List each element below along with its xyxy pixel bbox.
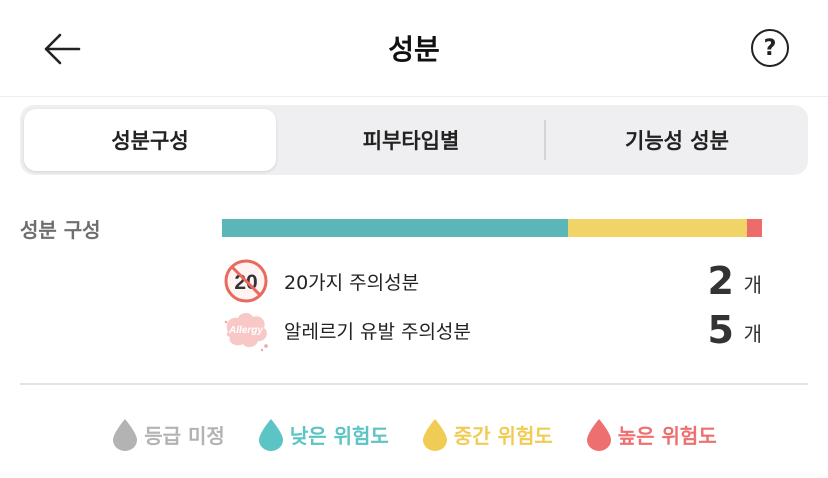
tab-bar: 성분구성 피부타입별 기능성 성분 <box>20 105 808 175</box>
allergy-icon: Allergy <box>224 312 268 352</box>
bar-segment-low <box>222 219 568 237</box>
tab-divider <box>544 120 546 160</box>
svg-text:Allergy: Allergy <box>228 325 263 336</box>
caution-20-row[interactable]: 20 20가지 주의성분 2 개 <box>222 259 762 303</box>
red-drop-icon <box>586 419 611 451</box>
no-20-icon: 20 <box>224 259 268 303</box>
allergy-count: 5 <box>707 308 734 352</box>
composition-bar <box>222 219 762 237</box>
risk-legend: 등급 미정 낮은 위험도 중간 위험도 높은 위험도 <box>0 414 828 454</box>
allergy-unit: 개 <box>743 322 762 346</box>
help-button[interactable]: ? <box>751 29 789 67</box>
legend-label-ungraded: 등급 미정 <box>144 423 225 448</box>
gray-drop-icon <box>113 419 138 451</box>
legend-item-ungraded: 등급 미정 <box>111 414 225 454</box>
tab-functional-ingredients[interactable]: 기능성 성분 <box>550 109 804 171</box>
caution-20-unit: 개 <box>743 273 762 297</box>
section-divider <box>20 383 808 385</box>
caution-20-label: 20가지 주의성분 <box>284 272 420 294</box>
bar-segment-high <box>747 219 762 237</box>
caution-20-count: 2 <box>707 259 734 303</box>
tab-skin-type[interactable]: 피부타입별 <box>280 109 542 171</box>
legend-item-low: 낮은 위험도 <box>257 414 389 454</box>
composition-label: 성분 구성 <box>20 218 101 242</box>
teal-drop-icon <box>258 419 283 451</box>
page-title: 성분 <box>388 33 440 66</box>
legend-item-high: 높은 위험도 <box>585 414 717 454</box>
allergy-label: 알레르기 유발 주의성분 <box>284 321 471 343</box>
header-bar: 성분 ? <box>0 0 828 97</box>
allergy-row[interactable]: Allergy 알레르기 유발 주의성분 5 개 <box>222 308 762 352</box>
legend-label-medium: 중간 위험도 <box>453 423 553 448</box>
tab-ingredient-composition[interactable]: 성분구성 <box>24 109 276 171</box>
legend-label-high: 높은 위험도 <box>617 423 717 448</box>
question-mark-icon: ? <box>763 35 777 61</box>
legend-item-medium: 중간 위험도 <box>421 414 553 454</box>
legend-label-low: 낮은 위험도 <box>289 423 389 448</box>
yellow-drop-icon <box>422 419 447 451</box>
bar-segment-medium <box>567 219 748 237</box>
